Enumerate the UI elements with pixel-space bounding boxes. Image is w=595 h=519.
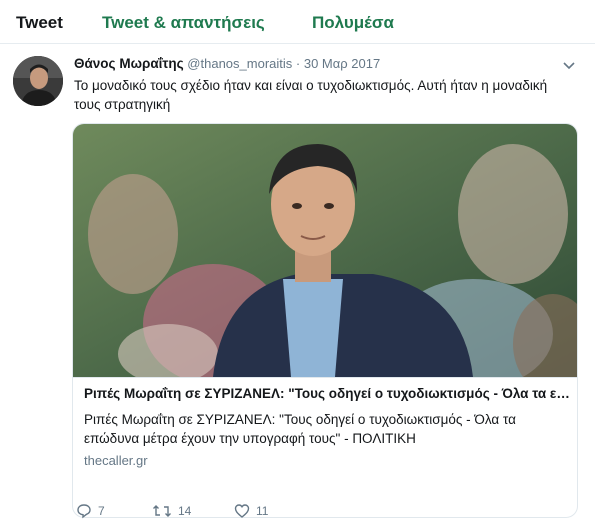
retweet-count: 14	[178, 504, 192, 518]
avatar[interactable]	[13, 56, 63, 106]
header-separator: ·	[295, 56, 301, 71]
card-title[interactable]: Ριπές Μωραΐτη σε ΣΥΡΙΖΑΝΕΛ: "Τους οδηγεί…	[84, 386, 570, 401]
card-domain: thecaller.gr	[84, 453, 148, 468]
tweet[interactable]: Θάνος Μωραΐτης @thanos_moraitis · 30 Μαρ…	[0, 44, 595, 519]
chevron-down-icon[interactable]	[562, 58, 576, 70]
card-image[interactable]	[73, 124, 577, 377]
like-count: 11	[256, 504, 269, 518]
tweet-date[interactable]: 30 Μαρ 2017	[304, 56, 380, 71]
card-description: Ριπές Μωραΐτη σε ΣΥΡΙΖΑΝΕΛ: "Τους οδηγεί…	[84, 412, 516, 446]
reply-button[interactable]: 7	[76, 502, 105, 519]
tweet-header: Θάνος Μωραΐτης @thanos_moraitis · 30 Μαρ…	[74, 56, 380, 71]
retweet-button[interactable]: 14	[152, 502, 191, 519]
author-name[interactable]: Θάνος Μωραΐτης	[74, 56, 184, 71]
tweet-text: Το μοναδικό τους σχέδιο ήταν και είναι ο…	[74, 78, 548, 112]
like-button[interactable]: 11	[234, 502, 268, 519]
reply-count: 7	[98, 504, 105, 518]
author-handle[interactable]: @thanos_moraitis	[187, 56, 292, 71]
heart-icon	[234, 504, 250, 518]
reply-icon	[77, 504, 91, 519]
tab-tweets[interactable]: Tweet	[16, 13, 63, 33]
card-body[interactable]: Ριπές Μωραΐτη σε ΣΥΡΙΖΑΝΕΛ: "Τους οδηγεί…	[73, 377, 577, 517]
tab-tweets-and-replies[interactable]: Tweet & απαντήσεις	[102, 13, 265, 33]
tab-media[interactable]: Πολυμέσα	[312, 13, 394, 33]
profile-tabs: Tweet Tweet & απαντήσεις Πολυμέσα	[0, 0, 595, 44]
retweet-icon	[153, 505, 171, 517]
link-card[interactable]: Ριπές Μωραΐτη σε ΣΥΡΙΖΑΝΕΛ: "Τους οδηγεί…	[72, 123, 578, 518]
